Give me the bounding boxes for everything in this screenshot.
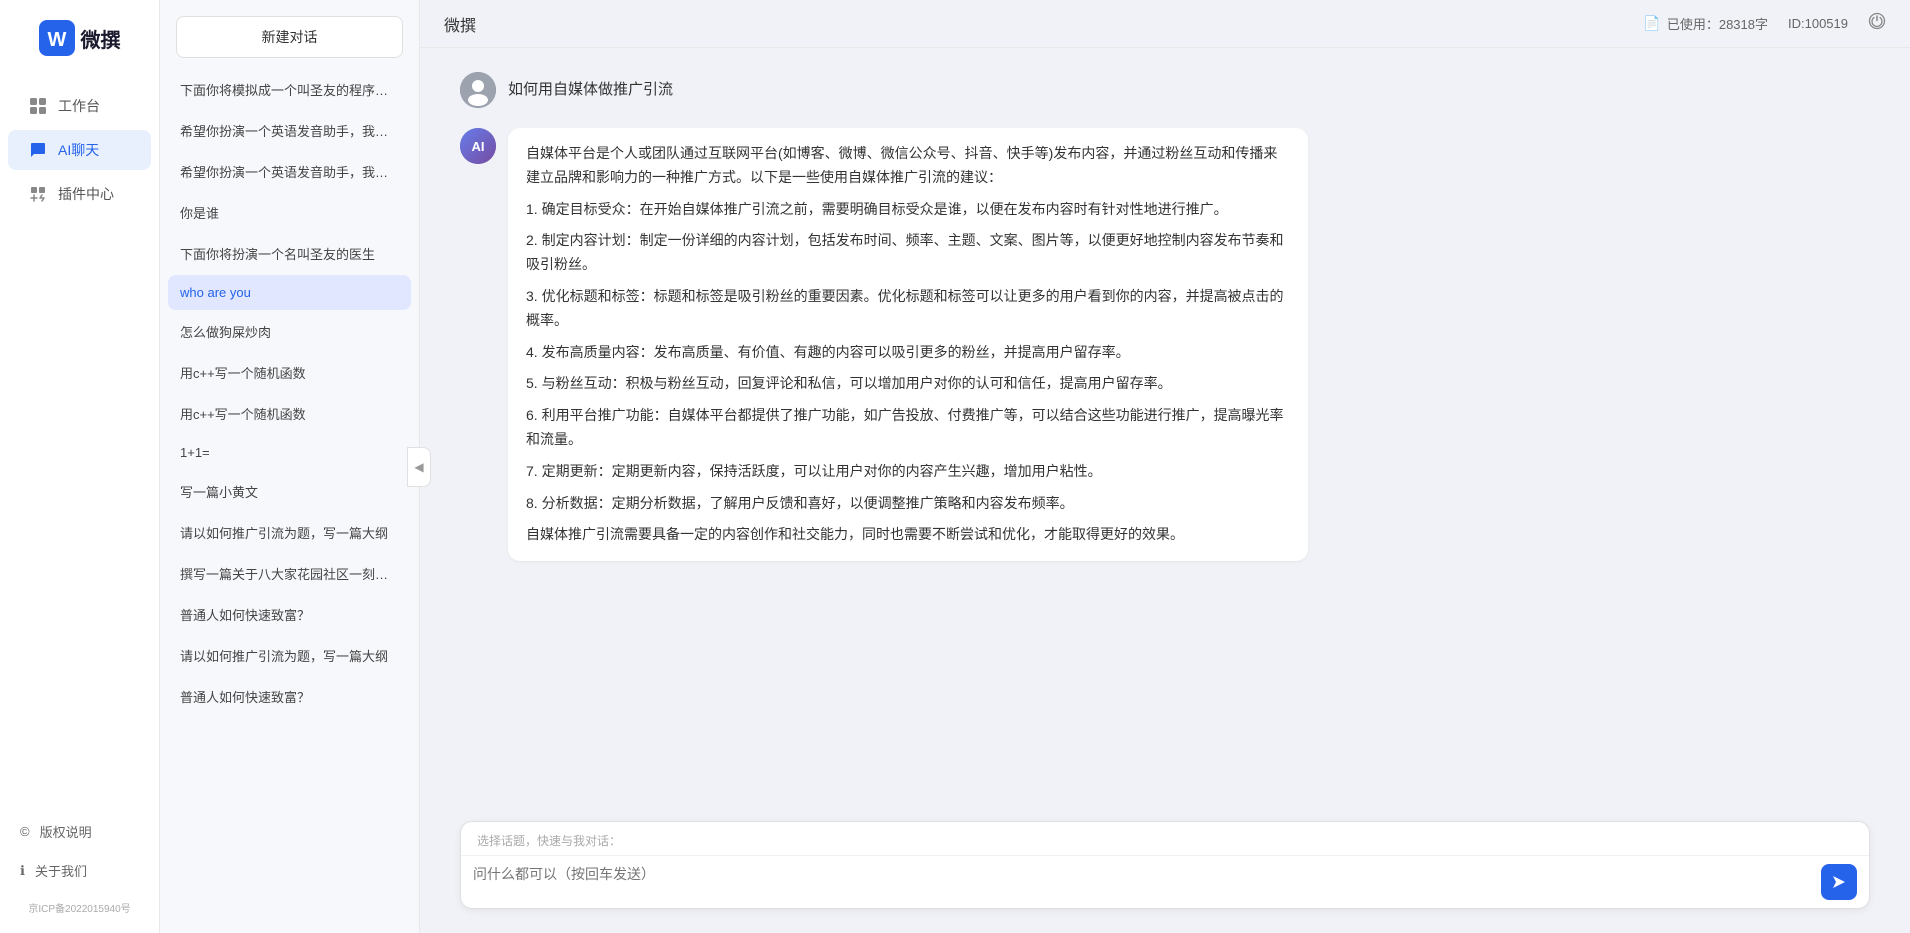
message-bubble: 自媒体平台是个人或团队通过互联网平台(如博客、微博、微信公众号、抖音、快手等)发… <box>508 128 1308 561</box>
history-item[interactable]: 请以如何推广引流为题，写一篇大纲 <box>168 513 411 552</box>
header-title: 微撰 <box>444 12 476 36</box>
history-list: 下面你将模拟成一个叫圣友的程序员，我说...希望你扮演一个英语发音助手，我提供给… <box>160 70 419 933</box>
sidebar-item-plugin[interactable]: 插件中心 <box>8 174 151 214</box>
message-text: 如何用自媒体做推广引流 <box>508 72 673 108</box>
collapse-icon: ◀ <box>414 460 423 474</box>
quick-topics-label: 选择话题，快速与我对话： <box>461 822 1869 856</box>
app-name: 微撰 <box>81 24 121 53</box>
history-item[interactable]: 普通人如何快速致富？ <box>168 595 411 634</box>
chat-input[interactable] <box>473 864 1821 900</box>
copyright-icon: © <box>20 824 30 839</box>
svg-text:AI: AI <box>472 139 485 154</box>
chat-area: 微撰 📄 已使用：28318字 ID:100519 如何用自媒体做推广引流 AI 自… <box>420 0 1910 933</box>
history-item[interactable]: 1+1= <box>168 435 411 470</box>
history-item[interactable]: 写一篇小黄文 <box>168 472 411 511</box>
message-paragraph: 自媒体推广引流需要具备一定的内容创作和社交能力，同时也需要不断尝试和优化，才能取… <box>526 523 1290 547</box>
history-item[interactable]: 普通人如何快速致富？ <box>168 677 411 716</box>
message-paragraph: 7. 定期更新：定期更新内容，保持活跃度，可以让用户对你的内容产生兴趣，增加用户… <box>526 460 1290 484</box>
sidebar-item-about-label: 关于我们 <box>35 861 87 880</box>
new-chat-button[interactable]: 新建对话 <box>176 16 403 58</box>
history-item[interactable]: 请以如何推广引流为题，写一篇大纲 <box>168 636 411 675</box>
history-item[interactable]: 希望你扮演一个英语发音助手，我提供给你... <box>168 111 411 150</box>
message-paragraph: 4. 发布高质量内容：发布高质量、有价值、有趣的内容可以吸引更多的粉丝，并提高用… <box>526 341 1290 365</box>
sidebar-item-ai-chat[interactable]: AI聊天 <box>8 130 151 170</box>
ai-chat-icon <box>28 140 48 160</box>
history-item[interactable]: 撰写一篇关于八大家花园社区一刻钟便民生... <box>168 554 411 593</box>
sidebar-item-ai-chat-label: AI聊天 <box>58 140 99 160</box>
message-paragraph: 3. 优化标题和标签：标题和标签是吸引粉丝的重要因素。优化标题和标签可以让更多的… <box>526 285 1290 333</box>
sidebar-item-copyright[interactable]: © 版权说明 <box>8 814 151 849</box>
collapse-button[interactable]: ◀ <box>407 447 431 487</box>
plugin-icon <box>28 184 48 204</box>
history-panel: 新建对话 下面你将模拟成一个叫圣友的程序员，我说...希望你扮演一个英语发音助手… <box>160 0 420 933</box>
avatar <box>460 72 496 108</box>
workbench-icon <box>28 96 48 116</box>
message-paragraph: 2. 制定内容计划：制定一份详细的内容计划，包括发布时间、频率、主题、文案、图片… <box>526 229 1290 277</box>
ai-avatar: AI <box>460 128 496 164</box>
history-item[interactable]: 你是谁 <box>168 193 411 232</box>
message-row: AI 自媒体平台是个人或团队通过互联网平台(如博客、微博、微信公众号、抖音、快手等… <box>460 128 1870 561</box>
about-icon: ℹ <box>20 863 25 879</box>
message-paragraph: 5. 与粉丝互动：积极与粉丝互动，回复评论和私信，可以增加用户对你的认可和信任，… <box>526 372 1290 396</box>
sidebar-bottom: © 版权说明 ℹ 关于我们 京ICP备2022015940号 <box>0 814 159 923</box>
top-header: 微撰 📄 已使用：28318字 ID:100519 <box>420 0 1910 48</box>
sidebar-item-copyright-label: 版权说明 <box>40 822 92 841</box>
input-area: 选择话题，快速与我对话： <box>460 821 1870 909</box>
input-row <box>461 856 1869 908</box>
sidebar-item-workbench-label: 工作台 <box>58 96 100 116</box>
logout-button[interactable] <box>1868 12 1886 35</box>
send-button[interactable] <box>1821 864 1857 900</box>
history-item[interactable]: 用c++写一个随机函数 <box>168 353 411 392</box>
logo-icon: W <box>39 20 75 56</box>
history-item[interactable]: 怎么做狗屎炒肉 <box>168 312 411 351</box>
history-item[interactable]: 下面你将模拟成一个叫圣友的程序员，我说... <box>168 70 411 109</box>
svg-text:W: W <box>47 29 66 51</box>
sidebar: W 微撰 工作台 AI聊天 插件中心 © 版权说明 ℹ <box>0 0 160 933</box>
user-id: ID:100519 <box>1788 16 1848 31</box>
history-item[interactable]: 下面你将扮演一个名叫圣友的医生 <box>168 234 411 273</box>
icp-text: 京ICP备2022015940号 <box>8 892 151 923</box>
usage-info: 📄 已使用：28318字 <box>1643 14 1768 33</box>
message-paragraph: 6. 利用平台推广功能：自媒体平台都提供了推广功能，如广告投放、付费推广等，可以… <box>526 404 1290 452</box>
messages-container: 如何用自媒体做推广引流 AI 自媒体平台是个人或团队通过互联网平台(如博客、微博、微… <box>420 48 1910 821</box>
message-paragraph: 自媒体平台是个人或团队通过互联网平台(如博客、微博、微信公众号、抖音、快手等)发… <box>526 142 1290 190</box>
history-item[interactable]: who are you <box>168 275 411 310</box>
header-right: 📄 已使用：28318字 ID:100519 <box>1643 12 1886 35</box>
sidebar-item-about[interactable]: ℹ 关于我们 <box>8 853 151 888</box>
usage-doc-icon: 📄 <box>1643 15 1660 32</box>
usage-label: 已使用：28318字 <box>1667 14 1768 33</box>
logo-area: W 微撰 <box>29 20 131 56</box>
message-row: 如何用自媒体做推广引流 <box>460 72 1870 108</box>
sidebar-item-plugin-label: 插件中心 <box>58 184 114 204</box>
message-paragraph: 1. 确定目标受众：在开始自媒体推广引流之前，需要明确目标受众是谁，以便在发布内… <box>526 198 1290 222</box>
history-item[interactable]: 用c++写一个随机函数 <box>168 394 411 433</box>
sidebar-item-workbench[interactable]: 工作台 <box>8 86 151 126</box>
history-item[interactable]: 希望你扮演一个英语发音助手，我提供给你... <box>168 152 411 191</box>
nav-items: 工作台 AI聊天 插件中心 <box>0 86 159 814</box>
message-paragraph: 8. 分析数据：定期分析数据，了解用户反馈和喜好，以便调整推广策略和内容发布频率… <box>526 492 1290 516</box>
